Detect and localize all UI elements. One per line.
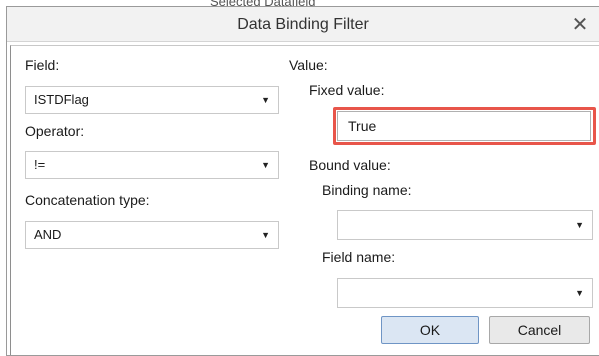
field-name-select[interactable]: ▼	[337, 278, 593, 308]
chevron-down-icon: ▼	[575, 220, 584, 230]
chevron-down-icon: ▼	[261, 160, 270, 170]
data-binding-filter-dialog: Data Binding Filter ✕ Field: ISTDFlag ▼ …	[6, 6, 599, 356]
field-label: Field:	[25, 57, 60, 73]
fixed-value-label: Fixed value:	[309, 82, 385, 98]
bound-value-label: Bound value:	[309, 157, 391, 173]
concatenation-type-label: Concatenation type:	[25, 192, 150, 208]
field-select[interactable]: ISTDFlag ▼	[25, 86, 279, 114]
ok-button[interactable]: OK	[381, 316, 479, 344]
binding-name-select[interactable]: ▼	[337, 210, 593, 240]
dialog-title: Data Binding Filter	[237, 16, 369, 33]
chevron-down-icon: ▼	[261, 230, 270, 240]
field-name-label: Field name:	[322, 249, 396, 265]
operator-select[interactable]: != ▼	[25, 151, 279, 179]
dialog-body: Field: ISTDFlag ▼ Operator: != ▼ Concate…	[10, 45, 599, 355]
chevron-down-icon: ▼	[575, 288, 584, 298]
close-icon[interactable]: ✕	[569, 13, 591, 36]
cancel-button[interactable]: Cancel	[489, 316, 590, 344]
concatenation-type-select-value: AND	[34, 227, 62, 242]
dialog-titlebar: Data Binding Filter ✕	[7, 7, 599, 42]
operator-label: Operator:	[25, 123, 85, 139]
chevron-down-icon: ▼	[261, 95, 270, 105]
operator-select-value: !=	[34, 157, 46, 172]
field-select-value: ISTDFlag	[34, 92, 89, 107]
binding-name-label: Binding name:	[322, 182, 412, 198]
value-label: Value:	[289, 57, 328, 73]
fixed-value-input[interactable]: True	[337, 111, 591, 141]
concatenation-type-select[interactable]: AND ▼	[25, 221, 279, 249]
